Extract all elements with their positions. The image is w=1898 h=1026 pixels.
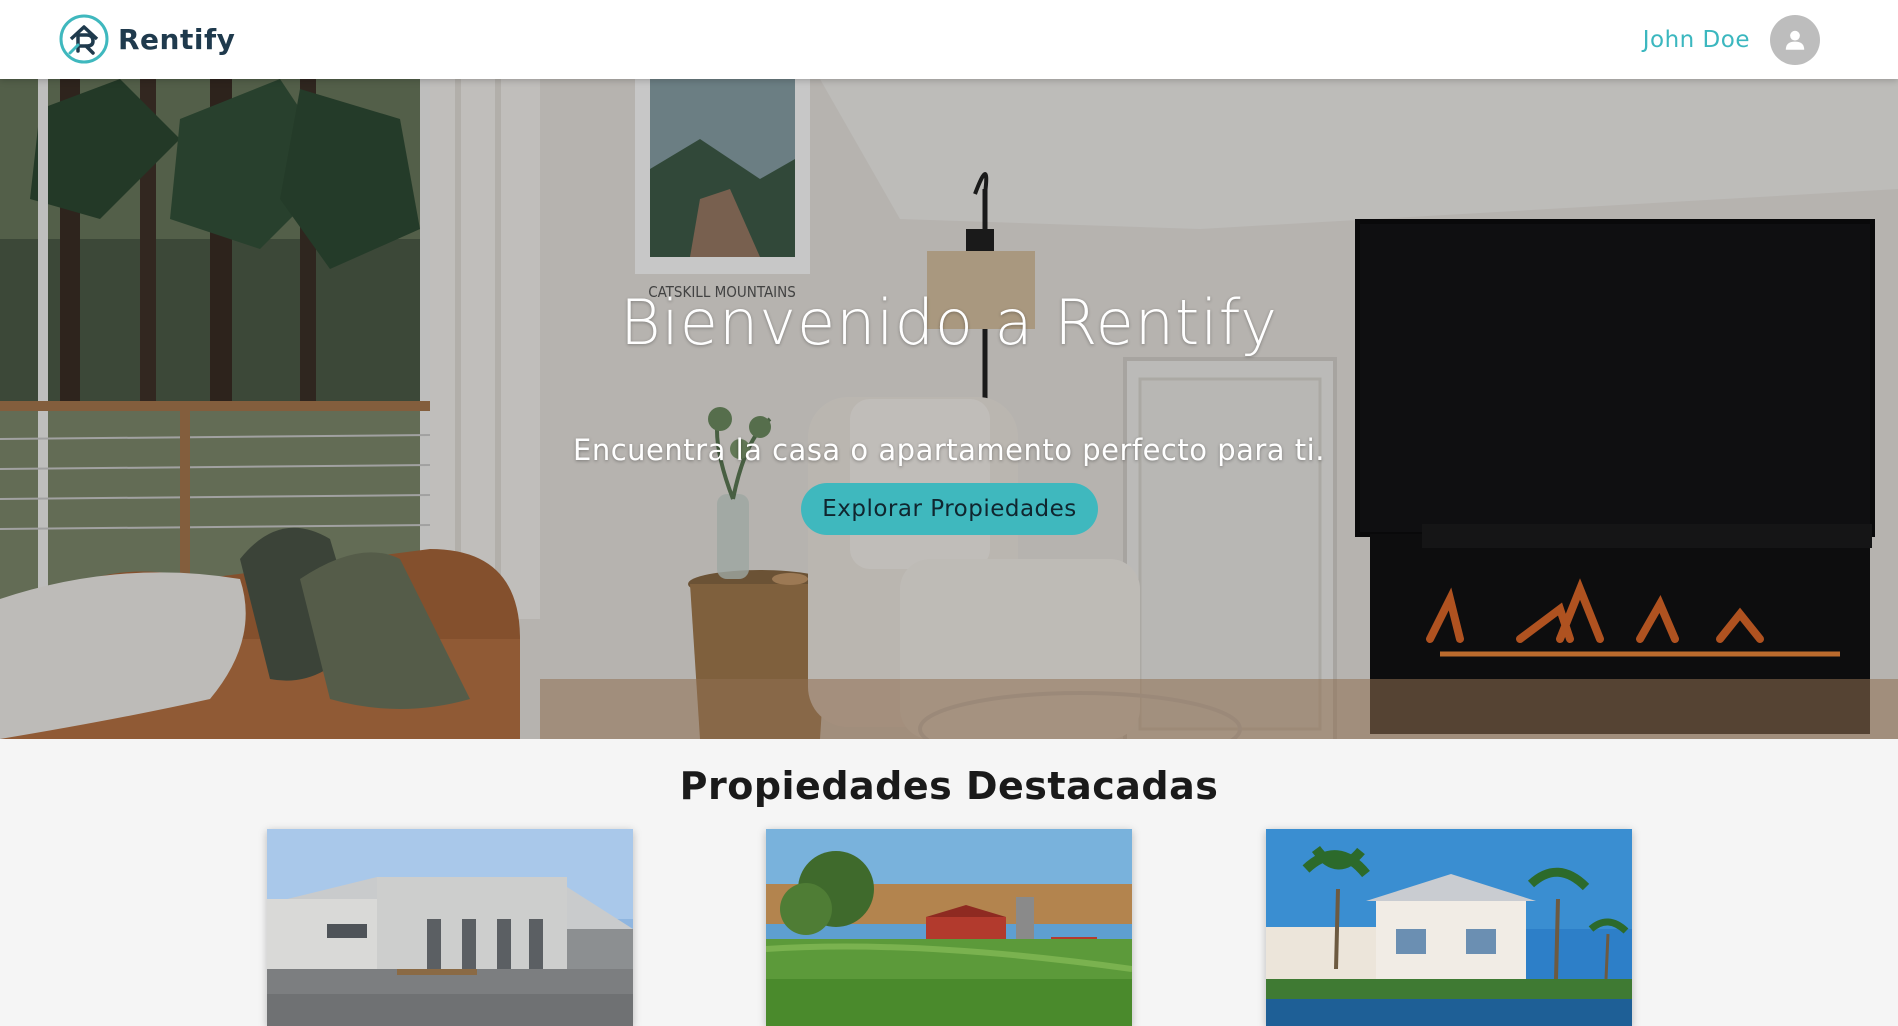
property-image-1 — [267, 829, 633, 1026]
property-card-2[interactable] — [766, 829, 1132, 1026]
brand-logo[interactable]: Rentify — [58, 13, 235, 65]
avatar[interactable] — [1770, 15, 1820, 65]
user-name[interactable]: John Doe — [1643, 27, 1750, 53]
top-navbar: Rentify John Doe — [0, 0, 1898, 79]
featured-section-title: Propiedades Destacadas — [679, 764, 1219, 808]
property-image-2 — [766, 829, 1132, 1026]
hero-title: Bienvenido a Rentify — [619, 286, 1278, 359]
property-card-3[interactable] — [1266, 829, 1632, 1026]
property-card-1[interactable] — [267, 829, 633, 1026]
logo-icon — [59, 14, 109, 64]
property-image-3 — [1266, 829, 1632, 1026]
user-menu: John Doe — [1643, 14, 1820, 66]
user-icon — [1785, 30, 1805, 50]
brand-name: Rentify — [118, 22, 236, 56]
hero-section: CATSKILL MOUNTAINS Bienvenido a Rentify … — [0, 79, 1898, 739]
hero-subtitle: Encuentra la casa o apartamento perfecto… — [573, 433, 1325, 467]
hero-overlay — [0, 79, 1898, 739]
explore-properties-button[interactable]: Explorar Propiedades — [801, 483, 1098, 535]
